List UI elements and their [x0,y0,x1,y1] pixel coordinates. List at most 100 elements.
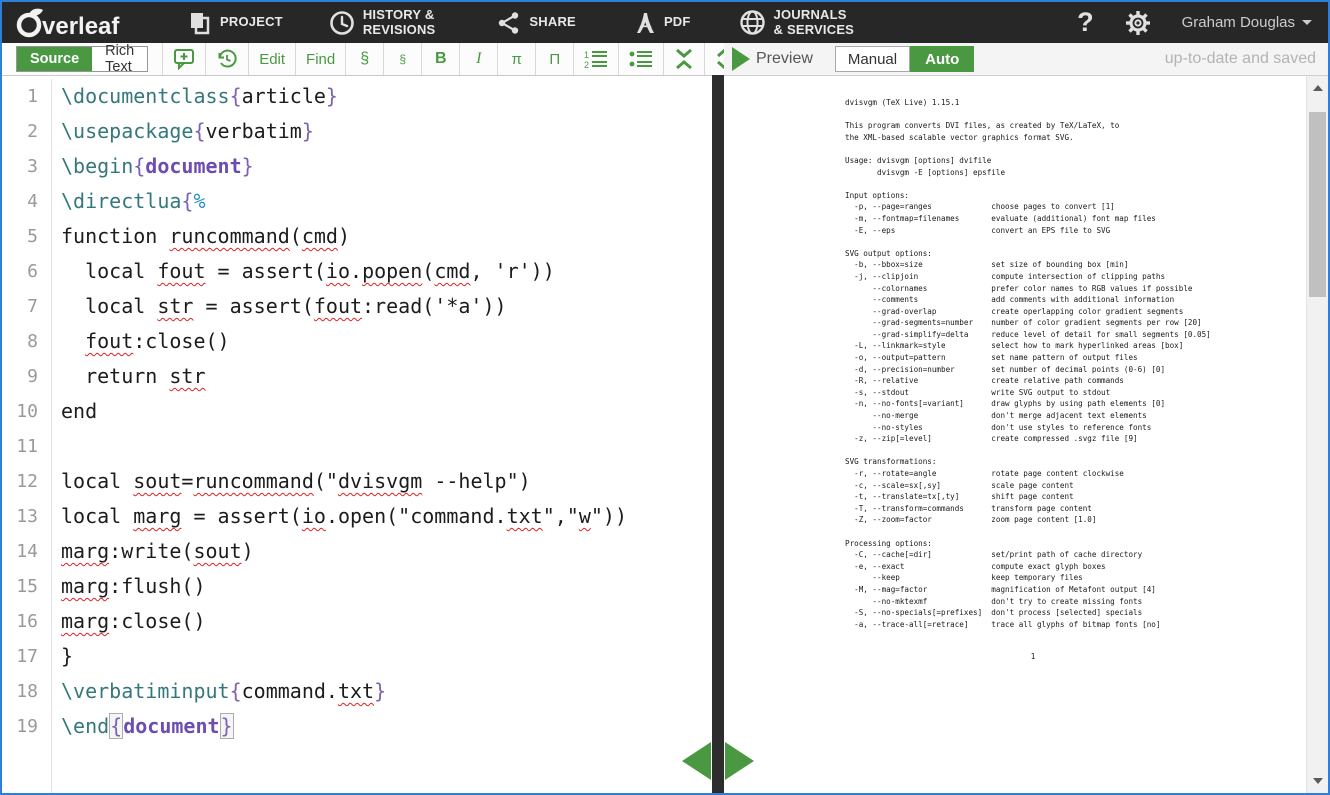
line-number: 5 [2,219,38,254]
nav-journals-services[interactable]: JOURNALS & SERVICES [739,8,855,37]
section-button[interactable]: § [346,43,384,75]
find-button[interactable]: Find [296,43,346,75]
collapse-arrows-icon [674,48,694,70]
line-number: 9 [2,359,38,394]
code-line[interactable]: marg:flush() [61,569,712,604]
line-number: 4 [2,184,38,219]
subsection-button[interactable]: § [384,43,422,75]
collapse-button[interactable] [664,43,705,75]
code-line[interactable]: function runcommand(cmd) [61,219,712,254]
settings-gear-icon[interactable] [1124,9,1152,37]
expand-preview-pane-arrow[interactable] [725,742,754,780]
history-clock-icon [329,10,355,36]
display-math-button[interactable]: Π [536,43,574,75]
code-line[interactable]: marg:close() [61,604,712,639]
auto-compile-button[interactable]: Auto [910,46,974,72]
code-line[interactable]: fout:close() [61,324,712,359]
nav-pdf[interactable]: PDF [634,11,691,35]
collapse-editor-pane-arrow[interactable] [682,742,711,780]
code-line[interactable]: \end{document} [61,709,712,744]
line-numbers: 12345678910111213141516171819 [2,79,52,793]
overleaf-logo[interactable]: verleaf [16,8,136,38]
code-line[interactable] [61,429,712,464]
edit-menu-button[interactable]: Edit [249,43,296,75]
svg-text:2: 2 [584,60,589,69]
code-line[interactable]: \usepackage{verbatim} [61,114,712,149]
code-line[interactable]: local sout=runcommand("dvisvgm --help") [61,464,712,499]
code-line[interactable]: \begin{document} [61,149,712,184]
scrollbar-thumb[interactable] [1309,112,1326,297]
line-number: 17 [2,639,38,674]
line-number: 10 [2,394,38,429]
history-revert-icon [216,48,238,70]
line-number: 15 [2,569,38,604]
nav-project[interactable]: PROJECT [188,11,283,35]
pane-divider[interactable] [712,43,724,793]
pdf-acrobat-icon [634,11,656,35]
code-line[interactable]: marg:write(sout) [61,534,712,569]
code-line[interactable]: end [61,394,712,429]
nav-history-revisions[interactable]: HISTORY & REVISIONS [329,8,436,37]
overleaf-logo-text: verleaf [42,13,120,38]
svg-text:1: 1 [584,50,589,60]
scroll-down-arrow-icon[interactable] [1313,778,1323,784]
code-line[interactable]: \verbatiminput{command.txt} [61,674,712,709]
nav-share[interactable]: SHARE [497,11,576,35]
project-pages-icon [188,11,212,35]
scroll-up-arrow-icon[interactable] [1313,85,1323,91]
line-number: 14 [2,534,38,569]
pdf-text: dvisvgm (TeX Live) 1.15.1 This program c… [845,97,1211,630]
line-number: 3 [2,149,38,184]
code-editor[interactable]: 12345678910111213141516171819 \documentc… [2,76,712,793]
line-number: 1 [2,79,38,114]
source-mode-button[interactable]: Source [17,47,92,71]
line-number: 18 [2,674,38,709]
header-right-group: ? Graham Douglas [1077,9,1312,37]
code-line[interactable]: local fout = assert(io.popen(cmd, 'r')) [61,254,712,289]
add-comment-button[interactable] [163,43,206,75]
mode-switch: Source Rich Text [16,46,148,72]
code-line[interactable]: \documentclass{article} [61,79,712,114]
rich-text-mode-button[interactable]: Rich Text [92,47,147,71]
top-nav-bar: verleaf PROJECT HISTORY & REVISIONS SHAR… [2,2,1328,43]
pdf-page-number: 1 [845,652,1221,661]
italic-button[interactable]: I [460,43,498,75]
code-line[interactable]: local str = assert(fout:read('*a')) [61,289,712,324]
code-line[interactable]: } [61,639,712,674]
preview-toolbar: Preview Manual Auto up-to-date and saved [724,43,1328,76]
expand-preview-right-arrow[interactable] [732,47,750,71]
globe-icon [739,9,766,36]
editor-toolbar: Source Rich Text [2,43,712,76]
line-number: 12 [2,464,38,499]
chevron-down-icon [1302,20,1312,25]
bullet-list-icon [629,49,653,69]
code-line[interactable]: \directlua{% [61,184,712,219]
document-history-button[interactable] [206,43,249,75]
nav-share-label: SHARE [529,15,576,29]
code-lines[interactable]: \documentclass{article}\usepackage{verba… [52,79,712,793]
line-number: 8 [2,324,38,359]
comment-plus-icon [173,48,195,70]
numbered-list-button[interactable]: 1 2 [574,43,619,75]
help-button[interactable]: ? [1077,9,1094,36]
line-number: 6 [2,254,38,289]
numbered-list-icon: 1 2 [584,49,608,69]
nav-project-label: PROJECT [220,15,283,29]
manual-compile-button[interactable]: Manual [835,46,910,72]
main-split: Source Rich Text [2,43,1328,793]
line-number: 7 [2,289,38,324]
editor-pane: Source Rich Text [2,43,712,793]
bold-button[interactable]: B [422,43,460,75]
preview-scrollbar[interactable] [1306,76,1328,793]
bullet-list-button[interactable] [619,43,664,75]
overleaf-leaf-icon: verleaf [16,8,136,38]
compile-mode-switch: Manual Auto [835,46,974,72]
user-menu[interactable]: Graham Douglas [1182,14,1312,31]
inline-math-button[interactable]: π [498,43,536,75]
code-line[interactable]: return str [61,359,712,394]
line-number: 13 [2,499,38,534]
line-number: 19 [2,709,38,744]
code-line[interactable]: local marg = assert(io.open("command.txt… [61,499,712,534]
nav-history-label: HISTORY & REVISIONS [363,8,436,37]
line-number: 11 [2,429,38,464]
